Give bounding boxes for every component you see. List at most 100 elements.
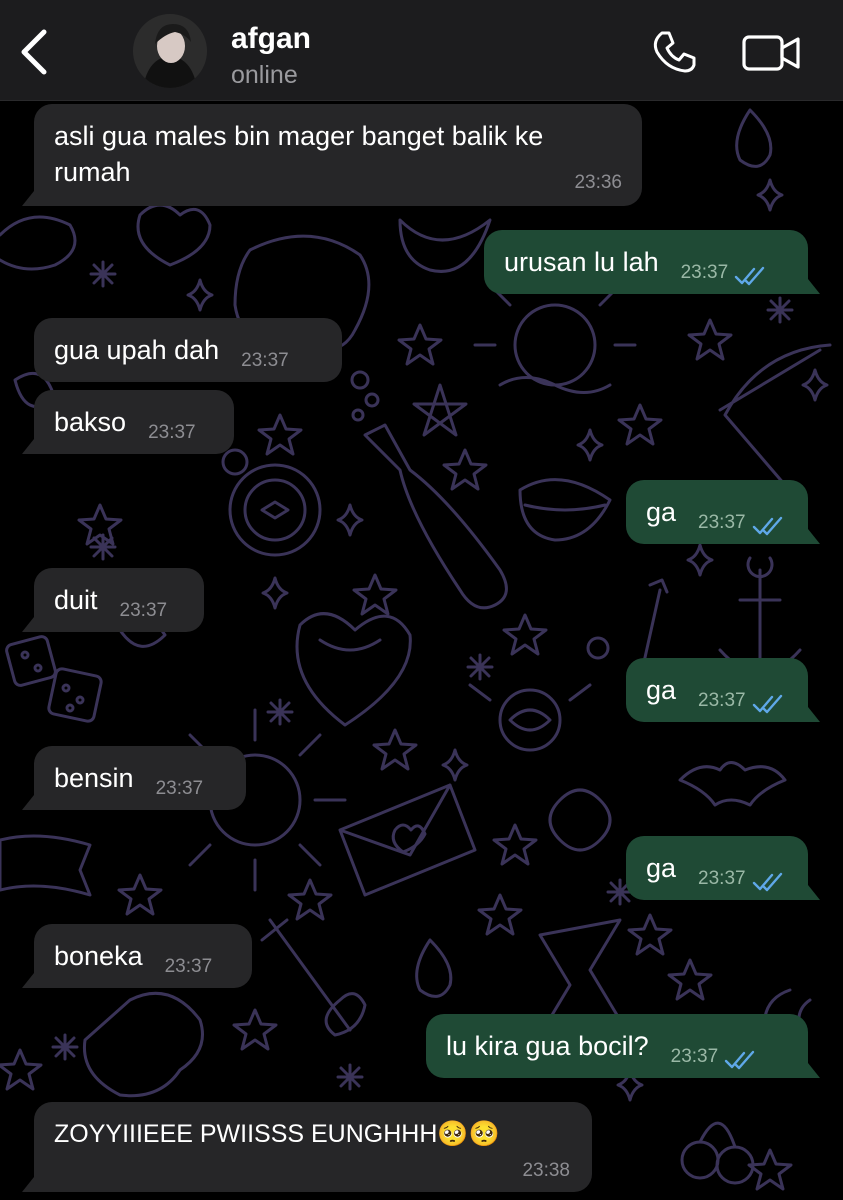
message-bubble-outgoing[interactable]: urusan lu lah 23:37 (484, 230, 820, 294)
doodle-pentagram-icon (412, 383, 468, 437)
message-bubble-outgoing[interactable]: ga 23:37 (626, 658, 820, 722)
message-text: urusan lu lah (504, 247, 659, 277)
doodle-sparkle-icon (336, 503, 364, 537)
doodle-dice-icon (47, 667, 103, 723)
contact-name[interactable]: afgan (231, 22, 311, 56)
doodle-star-icon (287, 878, 333, 921)
doodle-sparkle-icon (261, 576, 289, 610)
doodle-anchor-icon (718, 556, 802, 674)
message-bubble-outgoing[interactable]: lu kira gua bocil? 23:37 (426, 1014, 820, 1078)
doodle-star-icon (77, 503, 123, 546)
doodle-star-icon (492, 823, 538, 866)
doodle-bat-icon (678, 761, 787, 807)
message-text: duit (54, 585, 98, 615)
doodle-sparkle-icon (686, 543, 714, 577)
doodle-candy-icon (548, 788, 612, 852)
video-camera-icon[interactable] (742, 34, 802, 72)
message-bubble-outgoing[interactable]: ga 23:37 (626, 836, 820, 900)
chevron-left-icon[interactable] (14, 26, 54, 78)
doodle-moon-icon (398, 218, 492, 273)
doodle-star-icon (117, 873, 163, 916)
doodle-asterisk-icon (266, 698, 294, 726)
message-time: 23:37 (680, 262, 729, 283)
message-text: ga (646, 497, 677, 527)
double-check-icon (752, 872, 782, 892)
message-time: 23:38 (522, 1160, 570, 1181)
message-time: 23:37 (155, 778, 204, 799)
doodle-scroll-icon (0, 215, 77, 271)
message-text: bakso (54, 407, 127, 437)
doodle-face-icon (82, 991, 204, 1098)
doodle-sparkle-icon (441, 748, 469, 782)
doodle-drop-icon (735, 108, 773, 168)
message-text: boneka (54, 941, 143, 971)
doodle-star-icon (442, 448, 488, 491)
phone-icon[interactable] (650, 28, 698, 76)
doodle-dice-icon (5, 635, 57, 687)
message-bubble-outgoing[interactable]: ga 23:37 (626, 480, 820, 544)
doodle-cherry-icon (680, 1140, 720, 1180)
doodle-bubble-icon (350, 370, 370, 390)
double-check-icon (734, 266, 765, 286)
message-text: lu kira gua bocil? (446, 1031, 649, 1061)
doodle-sparkle-icon (801, 368, 829, 402)
message-text: ga (646, 853, 677, 883)
doodle-asterisk-icon (89, 260, 117, 288)
doodle-bubble-icon (586, 636, 610, 660)
message-time: 23:37 (698, 690, 746, 711)
doodle-bubble-icon (364, 392, 380, 408)
message-bubble-incoming[interactable]: asli gua males bin mager banget balik ke… (22, 104, 642, 206)
doodle-heart-icon (295, 612, 412, 727)
message-text: ZOYYIIIEEE PWIISSS EUNGHHH🥺🥺 (54, 1120, 500, 1148)
double-check-icon (752, 516, 782, 536)
message-text: ga (646, 675, 677, 705)
doodle-bottle-icon (363, 423, 508, 610)
doodle-star-icon (257, 413, 303, 456)
doodle-lips-icon (518, 478, 612, 542)
doodle-star-icon (352, 573, 398, 616)
doodle-star-icon (747, 1148, 793, 1191)
contact-status: online (231, 61, 298, 89)
doodle-asterisk-icon (466, 653, 494, 681)
doodle-star-icon (397, 323, 443, 366)
doodle-sun-icon (513, 303, 597, 387)
doodle-dagger-icon (260, 918, 367, 1037)
doodle-scythe-icon (718, 343, 832, 487)
message-time: 23:37 (119, 600, 168, 621)
doodle-star-icon (687, 318, 733, 361)
message-text: bensin (54, 763, 134, 793)
doodle-drop-icon (415, 938, 453, 998)
double-check-icon (724, 1050, 755, 1070)
doodle-star-icon (477, 893, 523, 936)
message-bubble-incoming[interactable]: duit 23:37 (22, 568, 204, 632)
message-time: 23:37 (698, 868, 746, 889)
message-text: gua upah dah (54, 335, 220, 365)
message-time: 23:36 (574, 172, 622, 193)
doodle-star-icon (617, 403, 663, 446)
message-bubble-incoming[interactable]: gua upah dah 23:37 (34, 318, 342, 382)
doodle-sparkle-icon (576, 428, 604, 462)
double-check-icon (752, 694, 782, 714)
message-bubble-incoming[interactable]: bensin 23:37 (22, 746, 246, 810)
doodle-envelope-icon (338, 783, 477, 897)
doodle-star-icon (372, 728, 418, 771)
message-time: 23:37 (670, 1046, 719, 1067)
doodle-star-icon (232, 1008, 278, 1051)
doodle-star-icon (627, 913, 673, 956)
doodle-asterisk-icon (336, 1063, 364, 1091)
message-time: 23:37 (241, 350, 289, 371)
doodle-asterisk-icon (89, 533, 117, 561)
doodle-heart-icon (136, 203, 212, 267)
message-bubble-incoming[interactable]: bakso 23:37 (22, 390, 234, 454)
doodle-banner-icon (0, 834, 92, 897)
doodle-star-icon (667, 958, 713, 1001)
doodle-star-icon (0, 1048, 43, 1091)
avatar[interactable] (133, 14, 207, 88)
doodle-asterisk-icon (51, 1033, 79, 1061)
message-bubble-incoming[interactable]: boneka 23:37 (22, 924, 252, 988)
message-bubble-incoming[interactable]: ZOYYIIIEEE PWIISSS EUNGHHH🥺🥺 23:38 (22, 1102, 592, 1192)
message-time: 23:37 (148, 422, 196, 443)
message-time: 23:37 (698, 512, 746, 533)
doodle-sparkle-icon (756, 178, 784, 212)
message-time: 23:37 (164, 956, 213, 977)
